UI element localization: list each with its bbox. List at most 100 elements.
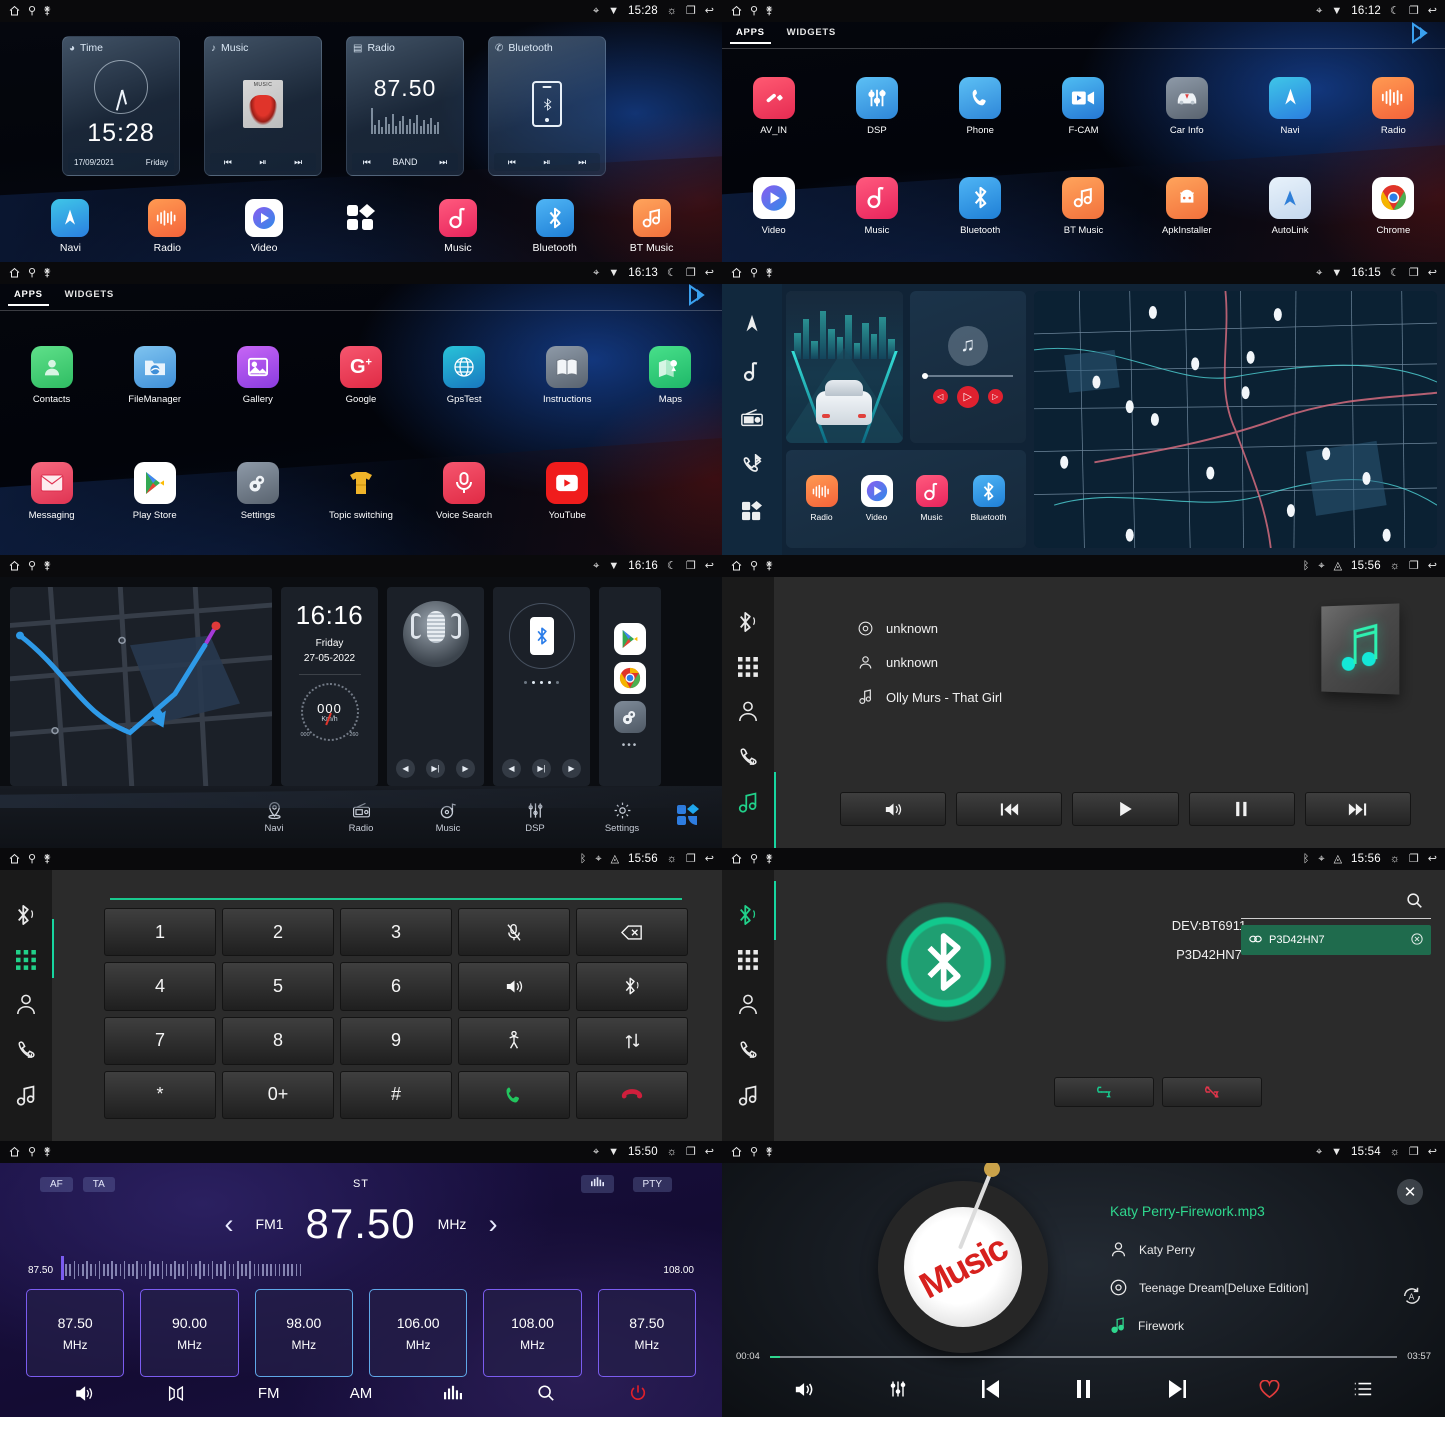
call-log-icon[interactable] bbox=[722, 746, 774, 768]
app-voice-search[interactable]: Voice Search bbox=[413, 461, 516, 521]
key-3[interactable]: 3 bbox=[340, 908, 452, 957]
dialpad-icon[interactable] bbox=[0, 950, 52, 971]
music-mini-player[interactable]: ♫ ◁ ▷ ▷ bbox=[909, 291, 1026, 443]
app-bluetooth[interactable]: Bluetooth bbox=[929, 176, 1032, 236]
chrome-icon[interactable] bbox=[614, 661, 646, 694]
remove-icon[interactable] bbox=[1411, 932, 1423, 948]
app-contacts[interactable]: Contacts bbox=[0, 346, 103, 405]
bluetooth-icon[interactable] bbox=[0, 903, 52, 927]
next-icon[interactable]: ▶ bbox=[562, 759, 581, 778]
music-icon[interactable] bbox=[742, 360, 762, 387]
power-icon[interactable] bbox=[592, 1384, 684, 1402]
back-icon[interactable]: ↩ bbox=[705, 267, 714, 279]
play-pause-icon[interactable]: ▶| bbox=[532, 759, 551, 778]
home-icon[interactable] bbox=[730, 267, 743, 279]
balance-icon[interactable] bbox=[130, 1385, 222, 1402]
app-settings[interactable]: Settings bbox=[206, 461, 309, 521]
nav-item-navi[interactable]: Navi bbox=[231, 801, 318, 834]
tab-widgets[interactable]: WIDGETS bbox=[787, 27, 836, 44]
prev-icon[interactable]: ⏮ bbox=[508, 157, 516, 168]
brightness-icon[interactable]: ☼ bbox=[1390, 1146, 1400, 1158]
app-play-store[interactable]: Play Store bbox=[103, 461, 206, 521]
next-icon[interactable]: ▷ bbox=[987, 389, 1003, 405]
preset-5[interactable]: 108.00 MHz bbox=[483, 1289, 582, 1377]
brightness-icon[interactable]: ☼ bbox=[667, 853, 677, 865]
backspace-icon[interactable] bbox=[576, 908, 688, 957]
prev-icon[interactable]: ◁ bbox=[932, 389, 948, 405]
app-music[interactable]: Music bbox=[825, 176, 928, 236]
app-car-info[interactable]: Car Info bbox=[1135, 76, 1238, 136]
key-8[interactable]: 8 bbox=[222, 1016, 334, 1065]
search-icon[interactable] bbox=[499, 1384, 591, 1402]
key-4[interactable]: 4 bbox=[104, 962, 216, 1011]
navi-icon[interactable] bbox=[741, 313, 763, 340]
eq-icon[interactable] bbox=[580, 1175, 614, 1193]
nav-item-settings[interactable]: Settings bbox=[579, 801, 666, 834]
dock-item-radio[interactable]: Radio bbox=[119, 199, 216, 254]
back-icon[interactable]: ↩ bbox=[705, 5, 714, 17]
preset-3[interactable]: 98.00 MHz bbox=[254, 1289, 353, 1377]
home-icon[interactable] bbox=[8, 1146, 21, 1158]
app-dsp[interactable]: DSP bbox=[825, 76, 928, 136]
transfer-person-icon[interactable] bbox=[458, 1016, 570, 1065]
frequency-ticks[interactable] bbox=[61, 1256, 655, 1281]
app-youtube[interactable]: YouTube bbox=[516, 461, 619, 521]
home-icon[interactable] bbox=[8, 560, 21, 572]
radio-scale[interactable]: 87.50 108.00 bbox=[28, 1256, 694, 1281]
prev-icon[interactable]: ⏮ bbox=[224, 157, 232, 168]
back-icon[interactable]: ↩ bbox=[705, 853, 714, 865]
dock-item-video[interactable]: Video bbox=[216, 199, 313, 254]
connect-link-icon[interactable] bbox=[1054, 1077, 1154, 1107]
key-6[interactable]: 6 bbox=[340, 962, 452, 1011]
next-icon[interactable]: ▶ bbox=[456, 759, 475, 778]
volume-icon[interactable] bbox=[758, 1380, 851, 1399]
play-store-icon[interactable] bbox=[614, 622, 646, 655]
repeat-all-icon[interactable]: A bbox=[1401, 1285, 1423, 1312]
settings-icon[interactable] bbox=[614, 700, 646, 733]
night-mode-icon[interactable]: ☾ bbox=[1390, 267, 1400, 279]
seek-bar[interactable] bbox=[769, 1355, 1398, 1358]
bluetooth-icon[interactable] bbox=[576, 962, 688, 1011]
recents-icon[interactable]: ❐ bbox=[1409, 1146, 1419, 1158]
key-2[interactable]: 2 bbox=[222, 908, 334, 957]
app-gallery[interactable]: Gallery bbox=[206, 346, 309, 405]
recents-icon[interactable]: ❐ bbox=[1409, 267, 1419, 279]
dock-item-bt-music[interactable]: BT Music bbox=[603, 199, 700, 254]
car-scene-card[interactable] bbox=[786, 291, 903, 443]
recents-icon[interactable]: ❐ bbox=[686, 560, 696, 572]
play-store-icon[interactable] bbox=[1409, 21, 1431, 49]
play-pause-icon[interactable]: ⏯ bbox=[259, 157, 266, 168]
volume-icon[interactable] bbox=[458, 962, 570, 1011]
bluetooth-icon[interactable] bbox=[722, 610, 774, 634]
play-icon[interactable]: ▷ bbox=[956, 385, 979, 408]
dock-item-bluetooth[interactable]: Bluetooth bbox=[506, 199, 603, 254]
widget-radio[interactable]: ▤ Radio 87.50 ⏮ BAND ⏭ bbox=[346, 36, 464, 176]
nav-item-dsp[interactable]: DSP bbox=[492, 801, 579, 834]
nav-item-radio[interactable]: Radio bbox=[318, 801, 405, 834]
next-icon[interactable] bbox=[1304, 792, 1412, 826]
close-icon[interactable]: ✕ bbox=[1397, 1179, 1423, 1205]
recents-icon[interactable]: ❐ bbox=[1409, 560, 1419, 572]
home-icon[interactable] bbox=[730, 853, 743, 865]
recents-icon[interactable]: ❐ bbox=[686, 267, 696, 279]
map-view[interactable] bbox=[1034, 291, 1437, 548]
home-icon[interactable] bbox=[730, 1146, 743, 1158]
preset-2[interactable]: 90.00 MHz bbox=[140, 1289, 239, 1377]
key-7[interactable]: 7 bbox=[104, 1016, 216, 1065]
widget-time[interactable]: ◕ Time 15:28 17/09/2021 Friday bbox=[62, 36, 180, 176]
bluetooth-status-icon[interactable] bbox=[886, 902, 1006, 1022]
favorite-icon[interactable] bbox=[1223, 1379, 1316, 1399]
preset-1[interactable]: 87.50 MHz bbox=[26, 1289, 125, 1377]
next-icon[interactable]: ⏭ bbox=[439, 157, 447, 168]
pause-icon[interactable] bbox=[1188, 792, 1295, 826]
call-log-icon[interactable] bbox=[0, 1039, 52, 1061]
play-icon[interactable] bbox=[1072, 792, 1179, 826]
app-apk-installer[interactable]: ApkInstaller bbox=[1135, 176, 1238, 236]
back-icon[interactable]: ↩ bbox=[705, 560, 714, 572]
dock-item-music[interactable]: Music bbox=[409, 199, 506, 254]
prev-icon[interactable]: ◀ bbox=[502, 759, 521, 778]
call-icon[interactable] bbox=[458, 1070, 570, 1119]
app-bt-music[interactable]: BT Music bbox=[1032, 176, 1135, 236]
tab-widgets[interactable]: WIDGETS bbox=[65, 289, 114, 306]
play-pause-icon[interactable]: ⏯ bbox=[543, 157, 550, 168]
